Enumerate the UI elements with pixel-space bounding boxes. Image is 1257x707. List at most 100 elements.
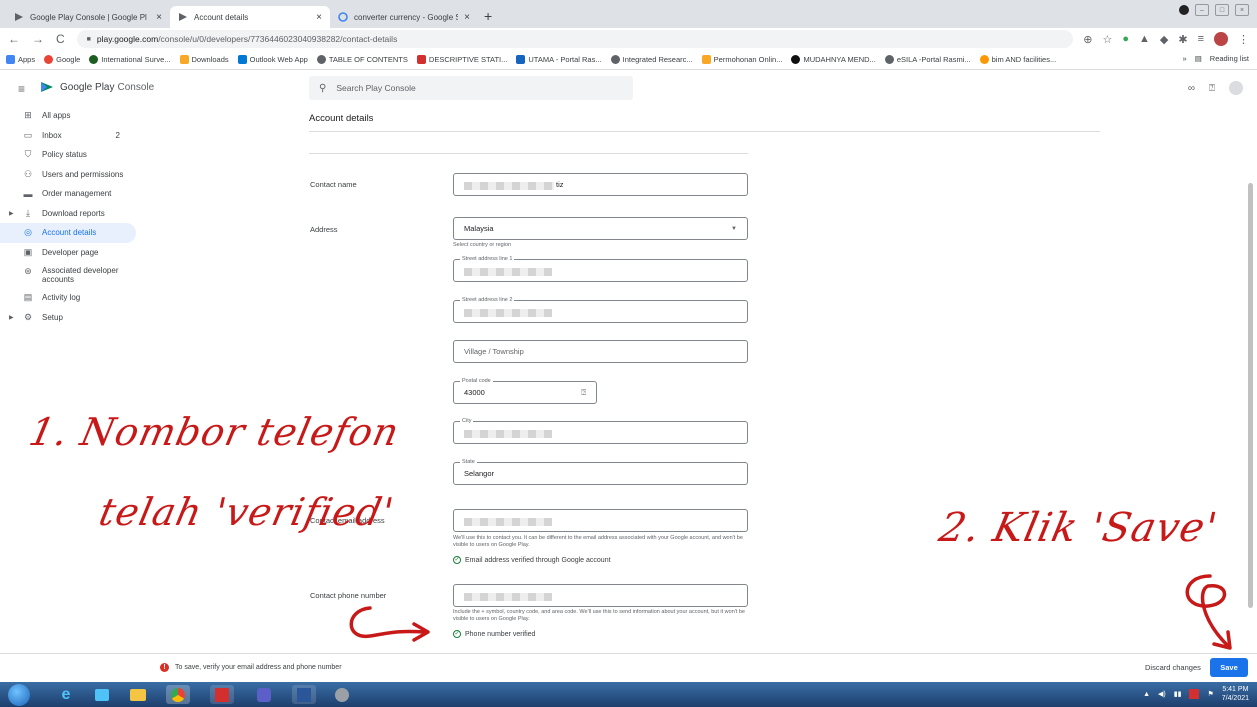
sidebar-item-download-reports[interactable]: ▶ ⤓ Download reports (0, 204, 140, 224)
state-field[interactable]: State Selangor (453, 458, 748, 485)
globe-icon (89, 55, 99, 64)
link-icon: ⊛ (24, 266, 32, 276)
sidebar-item-users[interactable]: ⚇ Users and permissions (0, 165, 140, 185)
village-field[interactable]: Village / Township (453, 340, 748, 363)
sidebar-item-policy-status[interactable]: ⛉ Policy status (0, 145, 140, 165)
sidebar-item-associated-accounts[interactable]: ⊛ Associated developer accounts (0, 262, 140, 288)
sidebar-item-developer-page[interactable]: ▣ Developer page (0, 243, 140, 263)
more-bookmarks-button[interactable]: » (1183, 54, 1187, 63)
star-icon[interactable]: ☆ (1102, 33, 1112, 46)
sidebar-item-setup[interactable]: ▶ ⚙ Setup (0, 308, 140, 328)
contact-name-field[interactable]: tiz (453, 173, 748, 196)
sidebar-item-all-apps[interactable]: ⊞ All apps (0, 106, 140, 126)
back-icon[interactable]: ← (8, 32, 20, 46)
reading-list-icon[interactable]: ▤ (1195, 54, 1202, 63)
url-field[interactable]: ■ play.google.com/console/u/0/developers… (76, 30, 1074, 48)
word-icon[interactable] (292, 685, 316, 704)
close-window-button[interactable]: × (1235, 4, 1249, 16)
sidebar-item-orders[interactable]: ▬ Order management (0, 184, 140, 204)
network-icon[interactable]: ▮▮ (1174, 690, 1182, 698)
tab-title: converter currency - Google Sea (354, 12, 459, 22)
clock[interactable]: 5:41 PM 7/4/2021 (1222, 685, 1249, 703)
grid-icon: ⊞ (24, 110, 32, 121)
country-select[interactable]: Malaysia ▼ (453, 217, 748, 240)
bookmark-utama[interactable]: UTAMA - Portal Ras... (516, 55, 602, 64)
bookmark-mudahnya[interactable]: MUDAHNYA MEND... (791, 55, 876, 64)
bookmark-integrated[interactable]: Integrated Researc... (610, 55, 693, 64)
city-field[interactable]: City (453, 417, 748, 444)
app-icon[interactable] (330, 685, 354, 704)
bookmark-survey[interactable]: International Surve... (89, 55, 171, 64)
sidebar-item-activity-log[interactable]: ▤ Activity log (0, 288, 140, 308)
sidebar-item-inbox[interactable]: ▭ Inbox 2 (0, 126, 140, 146)
phone-label: Contact phone number (310, 591, 387, 600)
new-tab-button[interactable]: + (484, 8, 492, 24)
bookmark-toc[interactable]: TABLE OF CONTENTS (316, 55, 408, 64)
sidebar-item-account-details[interactable]: ◎ Account details (0, 223, 136, 243)
maximize-button[interactable]: □ (1215, 4, 1229, 16)
ie-icon[interactable]: e (54, 685, 78, 704)
bookmark-permohonan[interactable]: Permohonan Onlin... (701, 55, 782, 64)
close-icon[interactable]: × (156, 12, 162, 23)
outlook-taskbar-icon[interactable] (90, 685, 114, 704)
bookmark-bim[interactable]: bim AND facilities... (979, 55, 1056, 64)
extension-icon[interactable]: ▲ (1139, 33, 1150, 45)
start-button[interactable] (8, 684, 30, 706)
street-address-1-field[interactable]: Street address line 1 (453, 255, 748, 282)
expand-caret-icon[interactable]: ▶ (9, 314, 14, 321)
email-field[interactable] (453, 509, 748, 532)
antivirus-icon[interactable] (1189, 689, 1200, 699)
record-icon (1179, 5, 1189, 15)
bookmark-outlook[interactable]: Outlook Web App (237, 55, 308, 64)
help-icon[interactable]: ⍰ (1209, 83, 1215, 94)
menu-icon[interactable]: ⋮ (1238, 33, 1249, 46)
bookmark-downloads[interactable]: Downloads (179, 55, 229, 64)
reload-icon[interactable]: C (56, 32, 65, 46)
url-domain: play.google.com (96, 34, 159, 44)
chrome-icon[interactable] (166, 685, 190, 704)
close-icon[interactable]: × (464, 12, 470, 23)
play-console-logo[interactable]: Google Play Console (40, 81, 154, 93)
forward-icon[interactable]: → (32, 32, 44, 46)
minimize-button[interactable]: – (1195, 4, 1209, 16)
street-address-2-field[interactable]: Street address line 2 (453, 296, 748, 323)
search-input[interactable]: ⚲ Search Play Console (309, 76, 633, 100)
grammarly-icon[interactable]: ● (1122, 33, 1129, 45)
tray-arrow-icon[interactable]: ▲ (1143, 691, 1150, 698)
discard-changes-button[interactable]: Discard changes (1145, 663, 1201, 672)
hamburger-menu-icon[interactable]: ≡ (18, 82, 25, 96)
help-icon[interactable]: ⍰ (581, 388, 586, 398)
tab-account-details[interactable]: Account details × (170, 6, 330, 28)
close-icon[interactable]: × (316, 12, 322, 23)
bookmark-descriptive[interactable]: DESCRIPTIVE STATI... (416, 55, 507, 64)
reading-list-label[interactable]: Reading list (1210, 54, 1249, 63)
bookmark-google[interactable]: Google (44, 55, 80, 64)
flag-icon[interactable]: ⚑ (1207, 690, 1213, 698)
teams-icon[interactable] (252, 685, 276, 704)
page-icon: ▣ (23, 246, 33, 257)
link-icon[interactable]: ∞ (1188, 83, 1195, 94)
scrollbar[interactable] (1248, 183, 1253, 608)
expand-caret-icon[interactable]: ▶ (9, 210, 14, 217)
volume-icon[interactable]: ◀) (1158, 690, 1166, 698)
shield-check-icon: ⛉ (24, 149, 32, 160)
pdf-icon[interactable] (210, 685, 234, 704)
postal-code-field[interactable]: Postal code 43000 ⍰ (453, 377, 597, 404)
bookmark-esila[interactable]: eSILA -Portal Rasmi... (884, 55, 971, 64)
village-placeholder: Village / Township (464, 347, 524, 356)
tab-converter[interactable]: converter currency - Google Sea × (330, 6, 478, 28)
redacted-text (464, 181, 554, 190)
tab-play-console[interactable]: Google Play Console | Google Pl × (6, 6, 170, 28)
phone-helper: Include the + symbol, country code, and … (453, 609, 745, 622)
extension-icon[interactable]: ◆ (1160, 33, 1168, 46)
phone-field[interactable] (453, 584, 748, 607)
zoom-icon[interactable]: ⊕ (1083, 33, 1092, 46)
save-button[interactable]: Save (1210, 658, 1248, 677)
avatar[interactable] (1229, 81, 1243, 95)
profile-avatar[interactable] (1214, 32, 1228, 46)
playlist-icon[interactable]: ≡ (1198, 33, 1204, 45)
puzzle-icon[interactable]: ✱ (1178, 33, 1187, 46)
country-value: Malaysia (464, 224, 494, 233)
folder-icon[interactable] (126, 685, 150, 704)
bookmark-apps[interactable]: Apps (6, 55, 35, 64)
